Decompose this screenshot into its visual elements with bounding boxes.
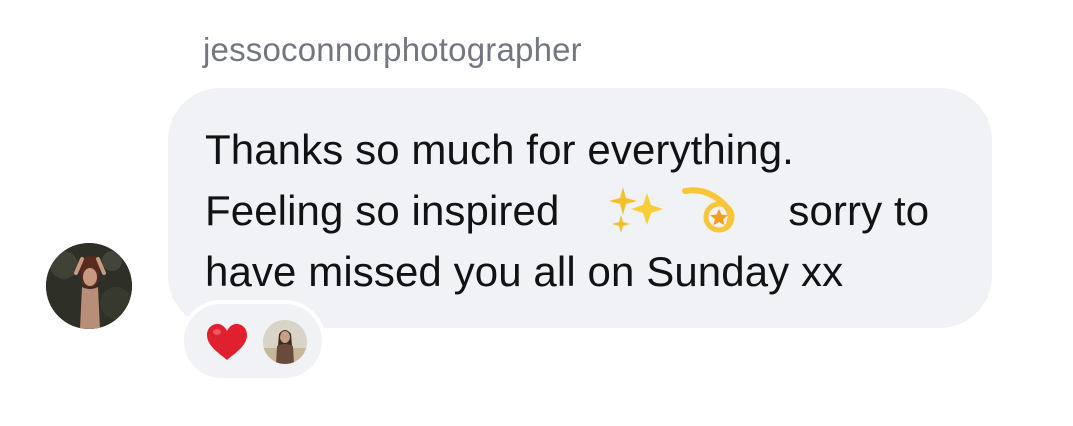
reactor-photo <box>263 320 307 364</box>
message-line: Thanks so much for everything. <box>205 126 794 173</box>
message-segment: sorry to <box>788 187 930 234</box>
message-text: Thanks so much for everything. Feeling s… <box>205 119 975 302</box>
sender-username[interactable]: jessoconnorphotographer <box>203 30 582 70</box>
message-line: have missed you all on Sunday xx <box>205 248 844 295</box>
sparkles-icon <box>609 187 663 233</box>
avatar-photo <box>46 243 132 329</box>
heart-icon[interactable] <box>205 322 249 362</box>
message-line: Feeling so inspired sorry to <box>205 180 975 241</box>
sender-avatar[interactable] <box>46 243 132 329</box>
message-segment: Feeling so inspired <box>205 187 560 234</box>
reactor-avatar[interactable] <box>263 320 307 364</box>
dizzy-icon <box>681 187 735 233</box>
